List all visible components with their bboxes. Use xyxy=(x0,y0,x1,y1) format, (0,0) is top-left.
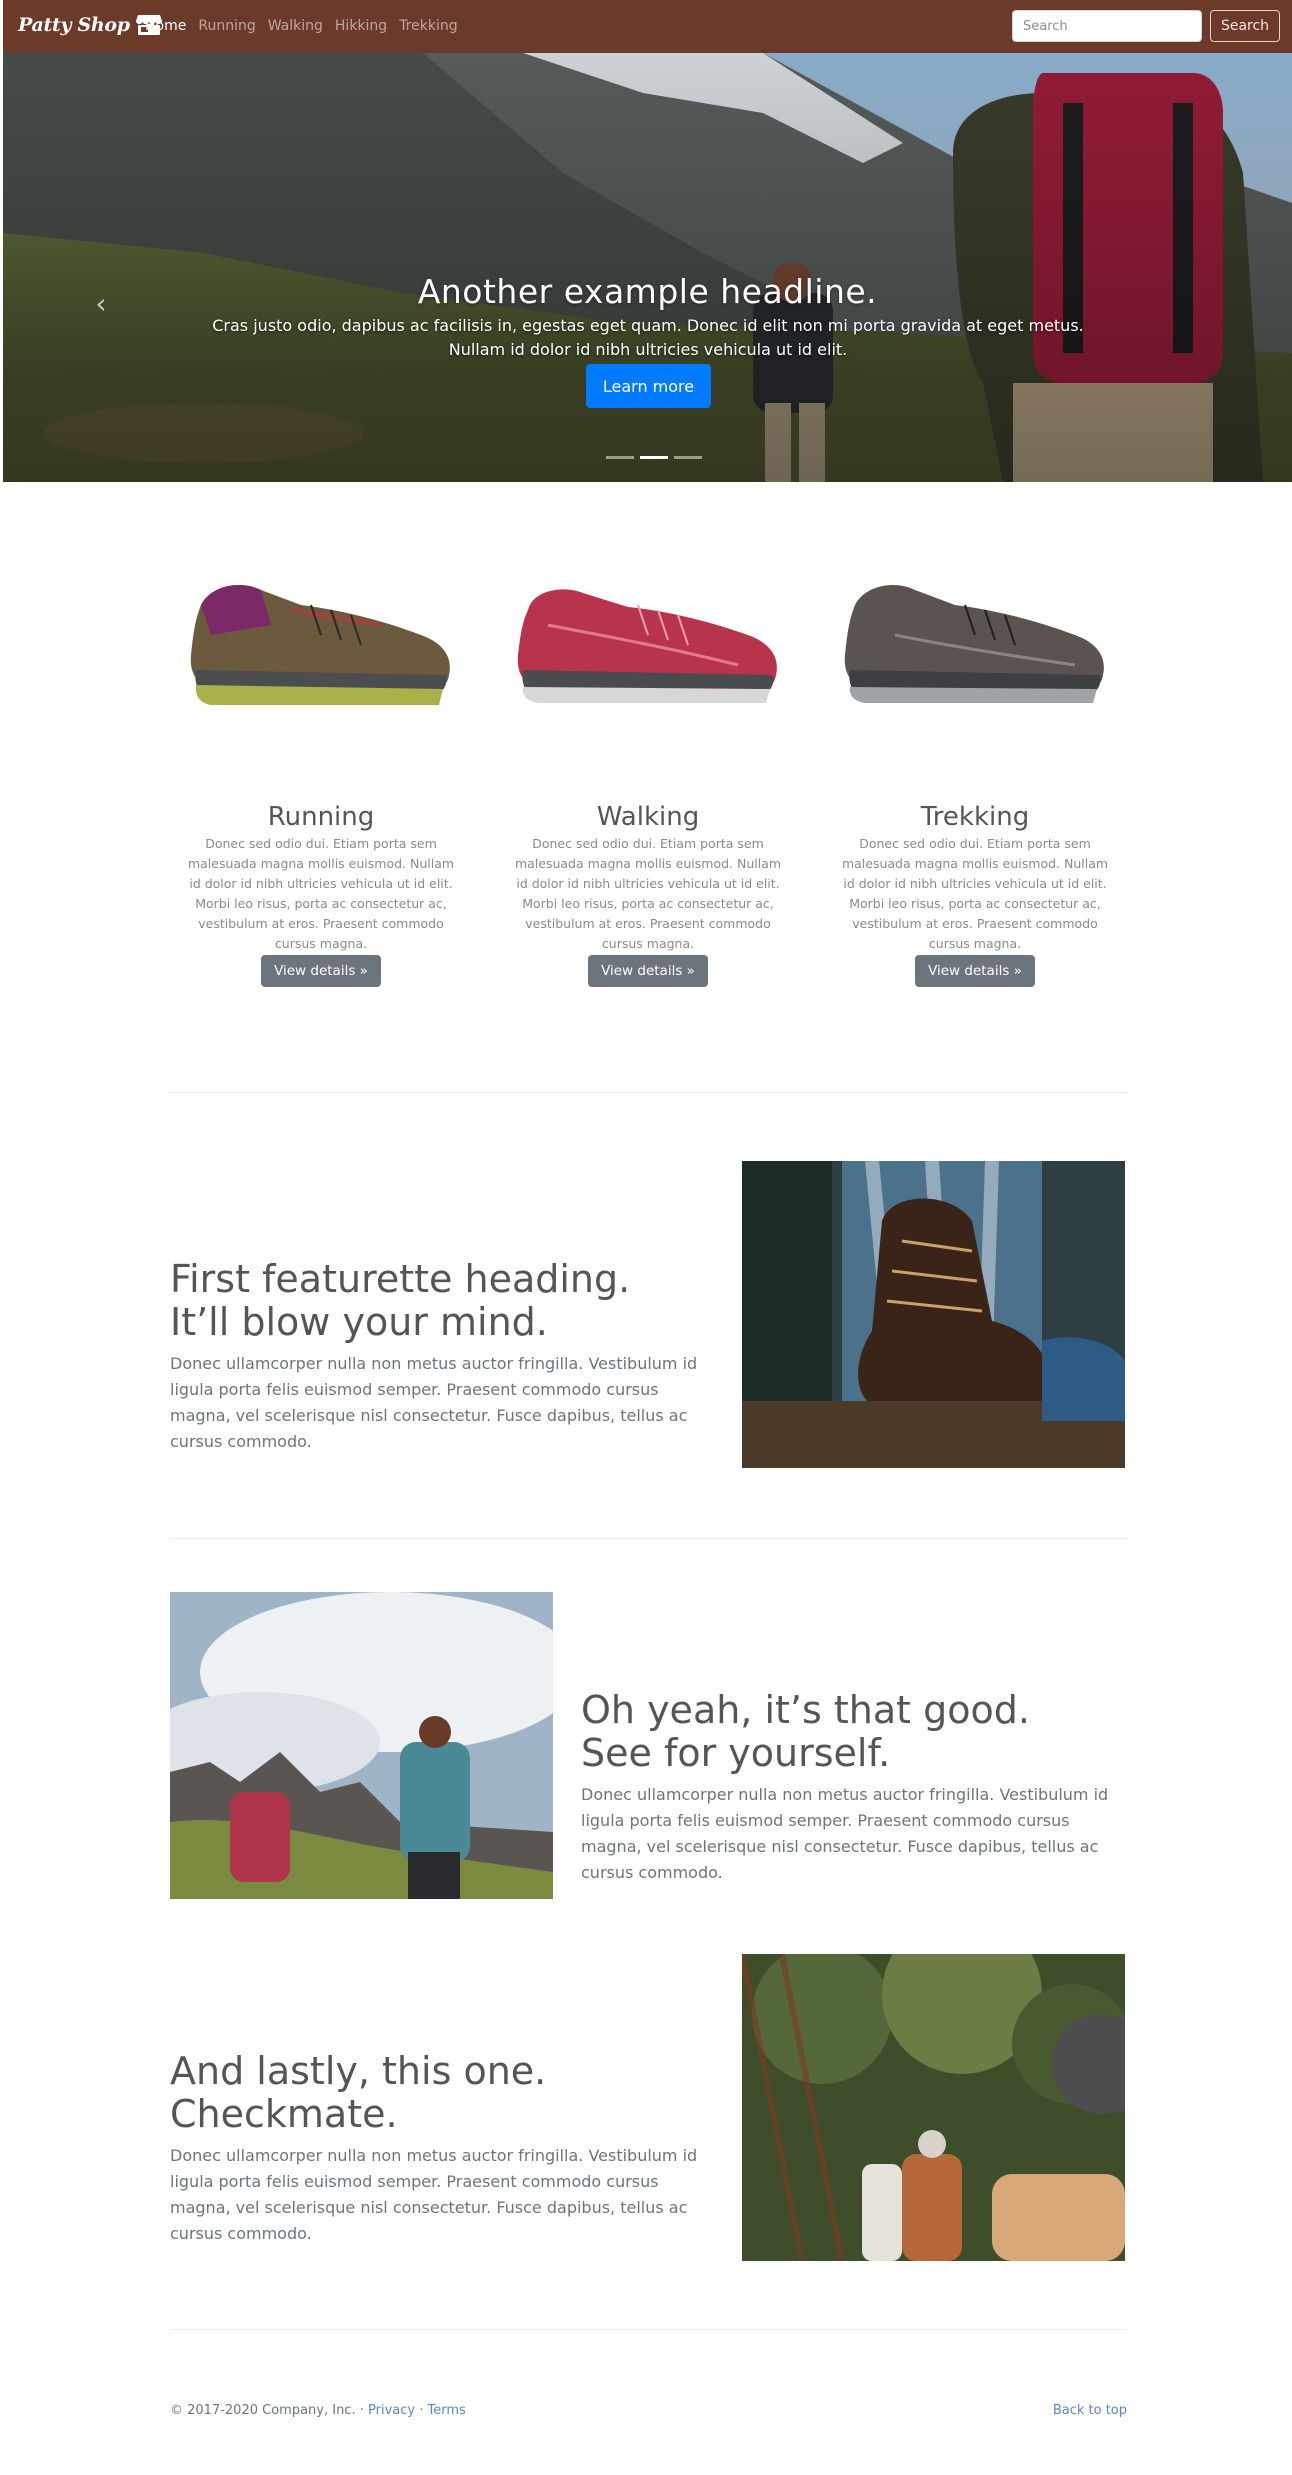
search-input[interactable] xyxy=(1012,10,1202,42)
featurette-text: Donec ullamcorper nulla non metus auctor… xyxy=(170,1354,698,1451)
featurette-heading-line: Checkmate. xyxy=(170,2092,398,2136)
boot-image xyxy=(742,1161,1125,1468)
product-walking: Walking Donec sed odio dui. Etiam porta … xyxy=(508,565,788,987)
hero-carousel: ‹ Another example headline. Cras justo o… xyxy=(3,53,1292,482)
hero-text: Cras justo odio, dapibus ac facilisis in… xyxy=(212,316,1084,359)
hikers-photo xyxy=(170,1592,553,1899)
walking-shoe-image xyxy=(517,589,777,703)
brand-name: Patty Shop xyxy=(18,14,130,36)
hero-image xyxy=(3,53,1292,482)
featurette-heading: And lastly, this one. Checkmate. xyxy=(170,2050,730,2136)
boot-photo xyxy=(742,1161,1125,1468)
product-trekking: Trekking Donec sed odio dui. Etiam porta… xyxy=(835,565,1115,987)
product-title: Walking xyxy=(596,801,700,832)
copyright-text: © 2017-2020 Company, Inc. · xyxy=(170,2403,364,2418)
divider xyxy=(170,1538,1127,1539)
navbar: Patty Shop Home Running Walking Hikking … xyxy=(3,0,1292,53)
featurette-heading-line: Oh yeah, it’s that good. xyxy=(581,1688,1030,1732)
terms-link[interactable]: Terms xyxy=(428,2403,466,2418)
footer-copyright: © 2017-2020 Company, Inc. · Privacy · Te… xyxy=(170,2403,466,2418)
divider xyxy=(170,1092,1127,1093)
featurette-heading: Oh yeah, it’s that good. See for yoursel… xyxy=(581,1689,1141,1775)
featurette-heading-line: See for yourself. xyxy=(581,1731,891,1775)
carousel-indicators xyxy=(606,456,702,459)
privacy-link[interactable]: Privacy xyxy=(368,2403,415,2418)
learn-more-button[interactable]: Learn more xyxy=(586,364,711,408)
nav-link-walking[interactable]: Walking xyxy=(268,18,323,34)
product-title: Trekking xyxy=(920,801,1030,832)
carousel-indicator[interactable] xyxy=(606,456,634,459)
nav-links: Home Running Walking Hikking Trekking xyxy=(145,18,458,34)
divider xyxy=(170,2329,1127,2330)
trekking-shoe-image xyxy=(844,585,1104,703)
nav-link-trekking[interactable]: Trekking xyxy=(399,18,457,34)
featurette-text: Donec ullamcorper nulla non metus auctor… xyxy=(581,1785,1109,1882)
product-title: Running xyxy=(267,801,375,832)
nav-link-hikking[interactable]: Hikking xyxy=(335,18,387,34)
back-to-top-link[interactable]: Back to top xyxy=(1043,2403,1127,2418)
forest-photo xyxy=(742,1954,1125,2261)
carousel-indicator[interactable] xyxy=(674,456,702,459)
page: Patty Shop Home Running Walking Hikking … xyxy=(3,0,1292,2475)
view-details-button[interactable]: View details » xyxy=(915,955,1035,987)
product-desc: Donec sed odio dui. Etiam porta sem male… xyxy=(514,835,782,951)
product-desc: Donec sed odio dui. Etiam porta sem male… xyxy=(841,835,1109,951)
hikers-mountain-image xyxy=(170,1592,553,1899)
featurette-text: Donec ullamcorper nulla non metus auctor… xyxy=(170,2146,698,2243)
search-button[interactable]: Search xyxy=(1210,10,1280,42)
running-shoe-image xyxy=(190,585,450,705)
view-details-button[interactable]: View details » xyxy=(588,955,708,987)
view-details-button[interactable]: View details » xyxy=(261,955,381,987)
product-desc: Donec sed odio dui. Etiam porta sem male… xyxy=(187,835,455,951)
featurette-heading-line: It’ll blow your mind. xyxy=(170,1300,548,1344)
nav-link-running[interactable]: Running xyxy=(198,18,255,34)
nav-link-home[interactable]: Home xyxy=(145,18,186,34)
carousel-indicator[interactable] xyxy=(640,456,668,459)
product-running: Running Donec sed odio dui. Etiam porta … xyxy=(181,565,461,987)
footer-separator: · xyxy=(419,2403,424,2418)
forest-hikers-image xyxy=(742,1954,1125,2261)
featurette-heading-line: First featurette heading. xyxy=(170,1257,631,1301)
featurette-heading-line: And lastly, this one. xyxy=(170,2049,547,2093)
featurette-heading: First featurette heading. It’ll blow you… xyxy=(170,1258,730,1344)
brand[interactable]: Patty Shop xyxy=(18,14,162,36)
hero-headline: Another example headline. xyxy=(417,272,878,312)
